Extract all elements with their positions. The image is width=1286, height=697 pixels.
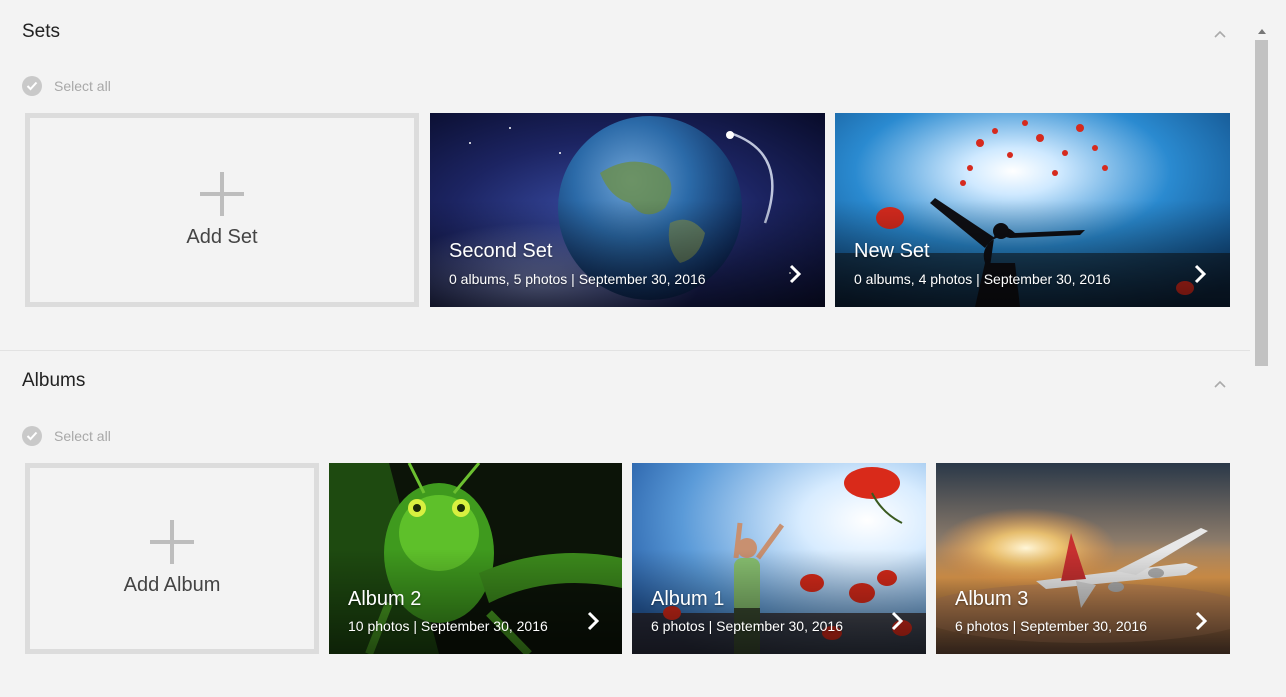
select-all-label: Select all <box>54 78 111 94</box>
sets-collapse-icon[interactable] <box>1214 30 1226 42</box>
set-title: Second Set <box>449 240 553 262</box>
sets-select-all[interactable]: Select all <box>22 76 111 96</box>
albums-section: Albums Select all Add Album Album 2 10 p… <box>0 351 1250 697</box>
album-title: Album 1 <box>651 588 725 610</box>
chevron-right-icon[interactable] <box>586 610 600 632</box>
set-meta: 0 albums, 4 photos | September 30, 2016 <box>854 271 1111 287</box>
scrollbar-thumb[interactable] <box>1255 40 1268 366</box>
chevron-right-icon[interactable] <box>890 610 904 632</box>
album-meta: 10 photos | September 30, 2016 <box>348 618 548 634</box>
check-icon <box>22 426 42 446</box>
add-album-button[interactable]: Add Album <box>25 463 319 654</box>
album-meta: 6 photos | September 30, 2016 <box>651 618 843 634</box>
add-album-label: Add Album <box>123 574 221 596</box>
chevron-right-icon[interactable] <box>1193 263 1207 285</box>
set-meta: 0 albums, 5 photos | September 30, 2016 <box>449 271 706 287</box>
sets-title: Sets <box>22 21 61 42</box>
albums-select-all[interactable]: Select all <box>22 426 111 446</box>
album-card-album-2[interactable]: Album 2 10 photos | September 30, 2016 <box>329 463 622 654</box>
check-icon <box>22 76 42 96</box>
chevron-right-icon[interactable] <box>788 263 802 285</box>
set-card-new-set[interactable]: New Set 0 albums, 4 photos | September 3… <box>835 113 1230 307</box>
set-card-second-set[interactable]: Second Set 0 albums, 5 photos | Septembe… <box>430 113 825 307</box>
add-set-label: Add Set <box>186 225 258 248</box>
albums-title: Albums <box>22 370 86 391</box>
album-card-album-3[interactable]: Album 3 6 photos | September 30, 2016 <box>936 463 1230 654</box>
album-title: Album 2 <box>348 588 422 610</box>
sets-section: Sets Select all Add Set Second Set 0 alb… <box>0 0 1250 350</box>
chevron-right-icon[interactable] <box>1194 610 1208 632</box>
albums-collapse-icon[interactable] <box>1214 380 1226 392</box>
scroll-up-arrow-icon[interactable] <box>1258 29 1266 34</box>
select-all-label: Select all <box>54 428 111 444</box>
set-title: New Set <box>854 240 930 262</box>
plus-icon <box>150 520 194 564</box>
album-title: Album 3 <box>955 588 1029 610</box>
album-card-album-1[interactable]: Album 1 6 photos | September 30, 2016 <box>632 463 926 654</box>
add-set-button[interactable]: Add Set <box>25 113 419 307</box>
album-meta: 6 photos | September 30, 2016 <box>955 618 1147 634</box>
plus-icon <box>200 171 244 216</box>
